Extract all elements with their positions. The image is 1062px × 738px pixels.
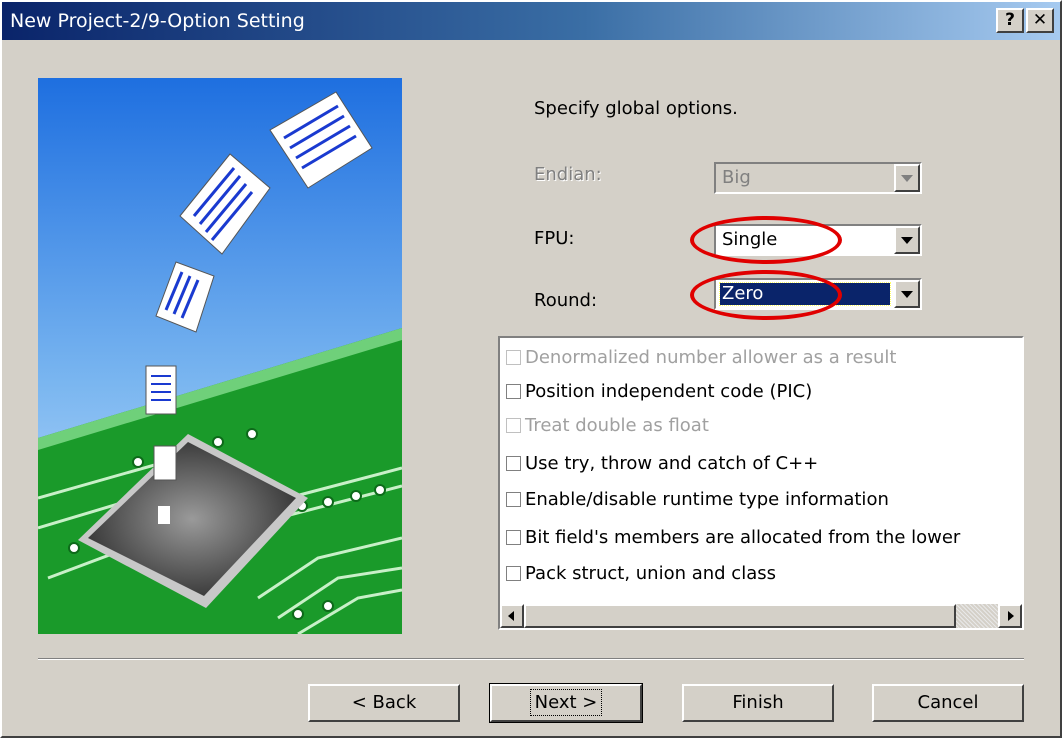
fpu-select[interactable]: Single xyxy=(714,224,922,256)
chevron-down-icon[interactable] xyxy=(894,280,920,308)
back-button[interactable]: < Back xyxy=(308,684,460,722)
wizard-illustration xyxy=(38,78,402,634)
option-label: Enable/disable runtime type information xyxy=(525,489,889,510)
help-button[interactable]: ? xyxy=(996,8,1024,33)
checkbox-icon[interactable] xyxy=(506,492,521,507)
instruction-text: Specify global options. xyxy=(534,98,738,119)
option-label: Denormalized number allower as a result xyxy=(525,347,897,368)
title-bar[interactable]: New Project-2/9-Option Setting ? ✕ xyxy=(2,2,1060,40)
scrollbar-thumb[interactable] xyxy=(524,604,956,628)
endian-label: Endian: xyxy=(534,164,602,185)
list-item[interactable]: Bit field's members are allocated from t… xyxy=(506,524,960,552)
option-label: Use try, throw and catch of C++ xyxy=(525,453,819,474)
footer-divider xyxy=(38,658,1024,660)
endian-value: Big xyxy=(722,167,751,188)
list-item: Denormalized number allower as a result xyxy=(506,344,896,372)
chevron-down-icon[interactable] xyxy=(894,226,920,254)
checkbox-icon xyxy=(506,418,521,433)
close-icon: ✕ xyxy=(1032,10,1048,30)
help-icon: ? xyxy=(1005,10,1015,30)
cancel-button[interactable]: Cancel xyxy=(872,684,1024,722)
window-title: New Project-2/9-Option Setting xyxy=(10,10,305,32)
next-button[interactable]: Next > xyxy=(489,683,643,723)
dialog-window: New Project-2/9-Option Setting ? ✕ Speci… xyxy=(0,0,1062,738)
fpu-label: FPU: xyxy=(534,228,575,249)
list-item: Treat double as float xyxy=(506,412,709,440)
round-label: Round: xyxy=(534,290,598,311)
list-item[interactable]: Position independent code (PIC) xyxy=(506,378,812,406)
horizontal-scrollbar[interactable] xyxy=(500,604,1022,628)
round-select[interactable]: Zero xyxy=(714,278,922,310)
endian-select: Big xyxy=(714,162,922,194)
option-label: Treat double as float xyxy=(525,415,709,436)
fpu-value: Single xyxy=(722,229,778,250)
chevron-down-icon xyxy=(894,164,920,192)
option-label: Position independent code (PIC) xyxy=(525,381,813,402)
checkbox-icon[interactable] xyxy=(506,384,521,399)
list-item[interactable]: Enable/disable runtime type information xyxy=(506,486,889,514)
list-item[interactable]: Pack struct, union and class xyxy=(506,560,776,588)
round-value: Zero xyxy=(719,282,891,306)
option-label: Bit field's members are allocated from t… xyxy=(525,527,961,548)
scroll-left-icon[interactable] xyxy=(500,604,524,628)
checkbox-icon[interactable] xyxy=(506,566,521,581)
finish-button[interactable]: Finish xyxy=(682,684,834,722)
scroll-right-icon[interactable] xyxy=(998,604,1022,628)
checkbox-icon[interactable] xyxy=(506,456,521,471)
checkbox-icon[interactable] xyxy=(506,530,521,545)
list-item[interactable]: Use try, throw and catch of C++ xyxy=(506,450,818,478)
next-button-label: Next > xyxy=(529,689,603,716)
option-label: Pack struct, union and class xyxy=(525,563,776,584)
checkbox-icon xyxy=(506,350,521,365)
options-list[interactable]: Denormalized number allower as a result … xyxy=(498,336,1024,630)
close-button[interactable]: ✕ xyxy=(1026,8,1054,33)
